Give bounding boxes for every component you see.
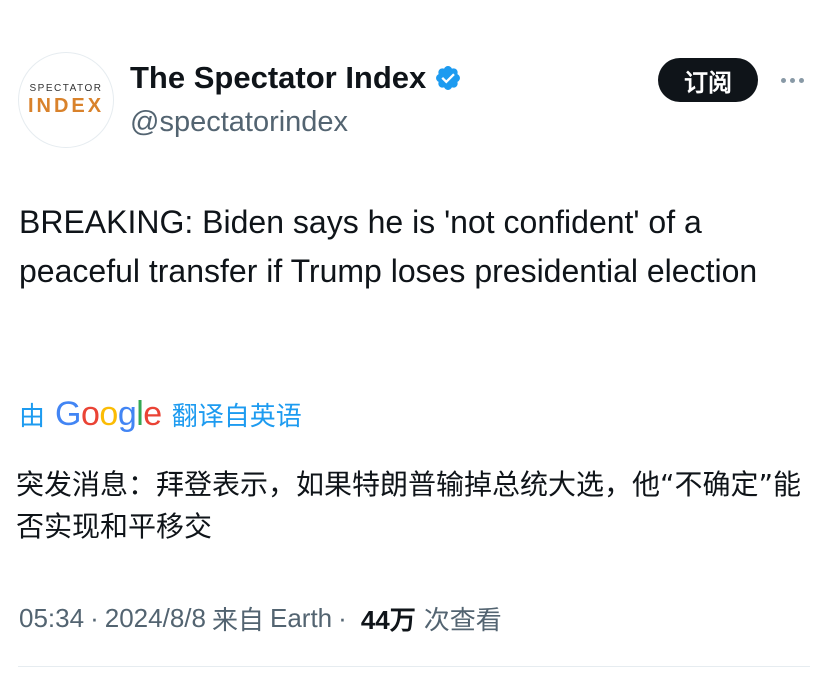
display-name-row: The Spectator Index <box>130 58 462 98</box>
google-logo: Google <box>55 394 162 433</box>
tweet-time[interactable]: 05:34 <box>19 603 84 634</box>
source-prefix: 来自 <box>211 604 264 635</box>
display-name[interactable]: The Spectator Index <box>130 60 426 96</box>
meta-separator: · <box>90 602 99 633</box>
views-count: 44万 <box>360 604 416 635</box>
more-options-button[interactable] <box>774 62 810 98</box>
tweet-card: SPECTATOR INDEX The Spectator Index @spe… <box>0 0 828 676</box>
tweet-header: SPECTATOR INDEX The Spectator Index @spe… <box>18 52 814 148</box>
translation-suffix: 翻译自英语 <box>171 401 302 432</box>
avatar-text-bottom: INDEX <box>27 95 105 117</box>
divider <box>18 666 810 667</box>
handle[interactable]: @spectatorindex <box>130 106 462 139</box>
author-info: The Spectator Index @spectatorindex <box>130 58 462 139</box>
more-horizontal-icon <box>779 77 806 83</box>
tweet-meta: 05:34 · 2024/8/8 来自 Earth · 44万 次查看 <box>19 598 502 638</box>
avatar-text-top: SPECTATOR <box>29 83 103 94</box>
translation-prefix: 由 <box>19 401 46 432</box>
views-label: 次查看 <box>423 604 502 635</box>
avatar[interactable]: SPECTATOR INDEX <box>18 52 114 148</box>
tweet-date[interactable]: 2024/8/8 <box>105 603 206 634</box>
meta-separator-2: · <box>338 602 347 633</box>
follow-button[interactable]: 订阅 <box>658 58 758 102</box>
verified-badge-icon <box>434 64 462 92</box>
tweet-source: Earth <box>269 602 333 633</box>
translated-text: 突发消息：拜登表示，如果特朗普输掉总统大选，他“不确定”能否实现和平移交 <box>16 468 802 543</box>
tweet-text: BREAKING: Biden says he is 'not confiden… <box>19 204 758 289</box>
translation-attribution[interactable]: 由 Google 翻译自英语 <box>19 392 302 436</box>
